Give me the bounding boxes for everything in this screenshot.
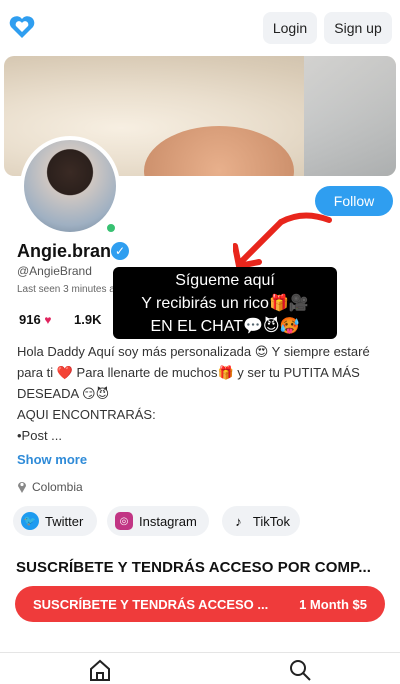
overlay-line-3: EN EL CHAT💬😈🥵 — [150, 318, 300, 335]
red-arrow-icon — [233, 212, 332, 269]
tiktok-icon: ♪ — [235, 513, 242, 529]
heart-icon: ♥ — [44, 313, 52, 327]
search-icon[interactable] — [288, 658, 312, 682]
profile-handle: @AngieBrand — [17, 264, 92, 278]
profile-name: Angie.brand — [17, 241, 123, 261]
tiktok-link[interactable]: ♪ TikTok — [222, 506, 300, 536]
instagram-icon: ◎ — [115, 512, 133, 530]
verified-badge-icon: ✓ — [111, 242, 129, 260]
overlay-line-2: Y recibirás un rico🎁🎥 — [141, 295, 309, 312]
subscription-heading: SUSCRÍBETE Y TENDRÁS ACCESO POR COMP... — [16, 559, 372, 576]
bio: Hola Daddy Aquí soy más personalizada 😍 … — [17, 341, 393, 446]
posts-count: 916 ♥ — [19, 312, 51, 327]
online-indicator — [105, 222, 117, 234]
home-icon[interactable] — [88, 658, 112, 682]
login-button[interactable]: Login — [263, 12, 317, 44]
twitter-link[interactable]: 🐦 Twitter — [13, 506, 97, 536]
last-seen-text: Last seen 3 minutes ago — [17, 284, 126, 295]
promo-overlay: Sígueme aquí Y recibirás un rico🎁🎥 EN EL… — [113, 267, 337, 339]
location-text: Colombia — [32, 480, 83, 494]
subscribe-button[interactable]: SUSCRÍBETE Y TENDRÁS ACCESO ... 1 Month … — [15, 586, 385, 622]
twitter-label: Twitter — [45, 513, 84, 529]
show-more-link[interactable]: Show more — [17, 452, 87, 467]
bio-line-1: Hola Daddy Aquí soy más personalizada 😍 … — [17, 344, 370, 401]
instagram-link[interactable]: ◎ Instagram — [107, 506, 209, 536]
likes-count: 1.9K — [74, 312, 101, 327]
heart-logo-icon[interactable] — [8, 14, 36, 40]
signup-button[interactable]: Sign up — [324, 12, 392, 44]
top-bar: Login Sign up — [0, 0, 400, 52]
bottom-nav — [0, 652, 400, 684]
twitter-icon: 🐦 — [21, 512, 39, 530]
likes-count-value: 1.9K — [74, 312, 102, 327]
instagram-label: Instagram — [139, 513, 197, 529]
subscribe-button-text: SUSCRÍBETE Y TENDRÁS ACCESO ... — [33, 596, 269, 612]
posts-count-value: 916 — [19, 312, 41, 327]
subscribe-price: 1 Month $5 — [299, 596, 367, 612]
location-pin-icon — [18, 482, 26, 493]
tiktok-label: TikTok — [252, 513, 290, 529]
bio-line-3: •Post ... — [17, 428, 63, 443]
avatar[interactable] — [20, 136, 120, 236]
overlay-line-1: Sígueme aquí — [175, 272, 275, 289]
bio-line-2: AQUI ENCONTRARÁS: — [17, 407, 156, 422]
